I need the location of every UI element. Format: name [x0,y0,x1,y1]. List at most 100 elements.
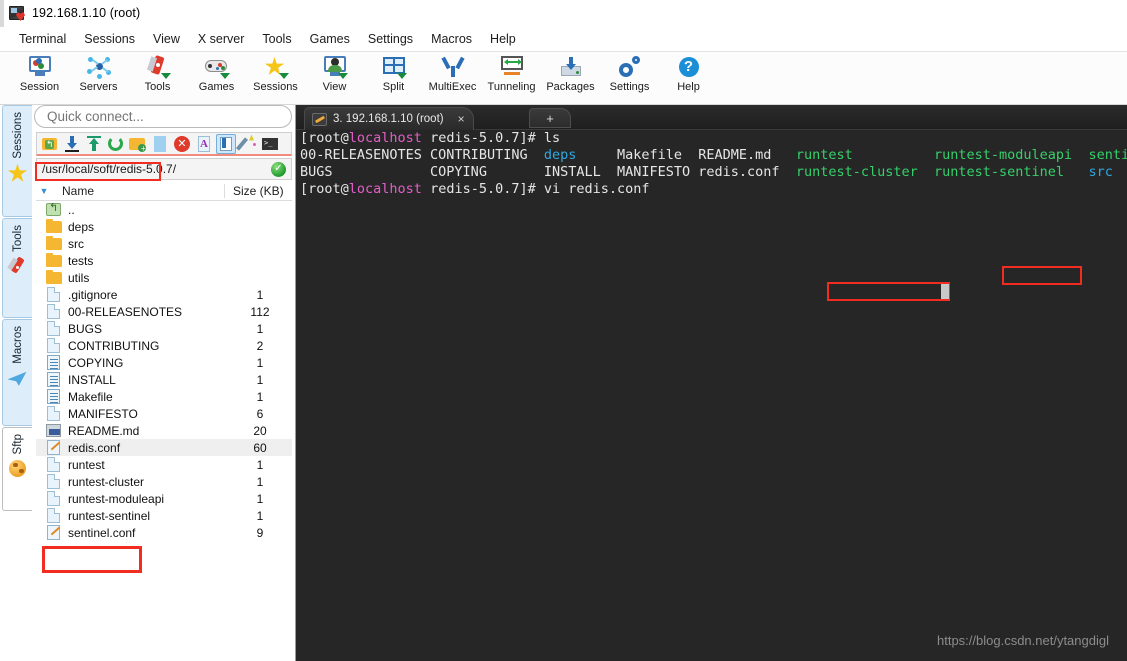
toolbar-label: Split [382,81,405,93]
file-row[interactable]: CONTRIBUTING 2 [36,337,292,354]
file-size: 1 [256,321,264,336]
menu-x-server[interactable]: X server [189,29,254,49]
quick-connect-box[interactable] [34,105,292,128]
file-row[interactable]: Makefile 1 [36,388,292,405]
file-name: .. [68,202,75,217]
delete-icon[interactable]: ✕ [172,134,192,154]
new-folder-icon[interactable]: + [128,134,148,154]
sidebar-item-sftp[interactable]: Sftp [2,427,32,511]
file-row[interactable]: redis.conf 60 [36,439,292,456]
column-header-name[interactable]: Name [52,184,224,198]
sidebar-item-macros[interactable]: Macros [2,319,32,426]
terminal-text: redis.conf [698,164,796,180]
new-file-icon[interactable] [150,134,170,154]
column-header-size[interactable]: Size (KB) [224,183,292,198]
file-row[interactable]: tests [36,252,292,269]
toolbar-label: Session [19,81,60,93]
toolbar-button-split[interactable]: Split [364,52,423,103]
menu-settings[interactable]: Settings [359,29,422,49]
menu-tools[interactable]: Tools [253,29,300,49]
new-tab-button[interactable]: + [529,108,571,128]
menu-sessions[interactable]: Sessions [75,29,144,49]
file-row[interactable]: README.md 20 [36,422,292,439]
file-row[interactable]: deps [36,218,292,235]
toolbar-button-games[interactable]: Games [187,52,246,103]
file-name: runtest-moduleapi [68,491,165,506]
terminal-text: BUGS [300,164,431,180]
toolbar-button-sessions[interactable]: Sessions [246,52,305,103]
close-icon[interactable]: × [458,112,465,126]
toolbar-button-tools[interactable]: Tools [128,52,187,103]
file-name: utils [68,270,90,285]
file-row[interactable]: BUGS 1 [36,320,292,337]
file-row[interactable]: MANIFESTO 6 [36,405,292,422]
file-icon [46,508,63,523]
menu-view[interactable]: View [144,29,189,49]
quick-connect-input[interactable] [47,109,267,124]
file-row[interactable]: runtest-cluster 1 [36,473,292,490]
text-mode-icon[interactable]: A [194,134,214,154]
globe-icon [8,459,28,479]
file-row[interactable]: runtest-sentinel 1 [36,507,292,524]
file-row[interactable]: runtest-moduleapi 1 [36,490,292,507]
file-row[interactable]: src [36,235,292,252]
toolbar-label: MultiExec [428,81,477,93]
file-name: sentinel.conf [68,525,136,540]
view-user-monitor-icon [322,55,348,79]
file-icon [46,287,63,302]
menu-terminal[interactable]: Terminal [10,29,75,49]
help-question-icon: ? [676,55,702,79]
sidebar-item-sessions[interactable]: Sessions [2,105,32,217]
split-panes-icon [381,55,407,79]
toolbar-button-packages[interactable]: Packages [541,52,600,103]
magic-wand-icon[interactable] [235,134,258,154]
file-name: deps [68,219,95,234]
toolbar-button-multiexec[interactable]: MultiExec [423,52,482,103]
file-name: CONTRIBUTING [68,338,160,353]
file-row[interactable]: utils [36,269,292,286]
file-row[interactable]: 00-RELEASENOTES 112 [36,303,292,320]
follow-terminal-folder-icon[interactable] [216,133,236,154]
toolbar-button-help[interactable]: ? Help [659,52,718,103]
toolbar-button-tunneling[interactable]: Tunneling [482,52,541,103]
remote-path-input[interactable] [37,162,271,176]
file-name: BUGS [68,321,103,336]
file-name: README.md [68,423,140,438]
toolbar-button-view[interactable]: View [305,52,364,103]
open-terminal-icon[interactable]: >_ [260,134,280,154]
file-row[interactable]: sentinel.conf 9 [36,524,292,541]
sidebar-item-tools[interactable]: Tools [2,218,32,318]
file-row[interactable]: .. [36,201,292,218]
toolbar-label: Help [677,81,700,93]
menu-games[interactable]: Games [301,29,359,49]
sidebar-tab-label: Sftp [11,434,24,455]
file-row[interactable]: COPYING 1 [36,354,292,371]
parent-folder-icon[interactable]: ↰ [40,134,60,154]
file-row[interactable]: runtest 1 [36,456,292,473]
file-row[interactable]: INSTALL 1 [36,371,292,388]
terminal-tab[interactable]: 3. 192.168.1.10 (root) × [304,107,474,130]
file-name: 00-RELEASENOTES [68,304,183,319]
file-list[interactable]: .. depssrctestsutils.gitignore100-RELEASE… [36,201,292,656]
toolbar-button-session[interactable]: Session [10,52,69,103]
download-icon[interactable] [62,134,82,154]
ok-check-icon: ✓ [271,161,286,177]
upload-icon[interactable] [84,134,104,154]
menu-help[interactable]: Help [481,29,525,49]
multiexec-fork-icon [440,55,466,79]
file-row[interactable]: .gitignore 1 [36,286,292,303]
menu-macros[interactable]: Macros [422,29,481,49]
file-name: INSTALL [68,372,116,387]
toolbar-button-settings[interactable]: Settings [600,52,659,103]
sort-caret-icon[interactable]: ▼ [36,186,52,196]
refresh-icon[interactable] [106,134,126,154]
sidebar-tab-label: Macros [11,326,24,364]
toolbar-label: View [322,81,347,93]
terminal-tab-strip: 3. 192.168.1.10 (root) × + [296,105,1127,130]
file-size: 1 [256,389,264,404]
toolbar-button-servers[interactable]: Servers [69,52,128,103]
remote-path-bar[interactable]: ✓ [36,158,292,180]
terminal-output[interactable]: [root@localhost redis-5.0.7]# ls 00-RELEA… [296,130,1127,661]
terminal-panel: 3. 192.168.1.10 (root) × + [root@localho… [296,105,1127,661]
terminal-text: [root@ [300,130,349,146]
